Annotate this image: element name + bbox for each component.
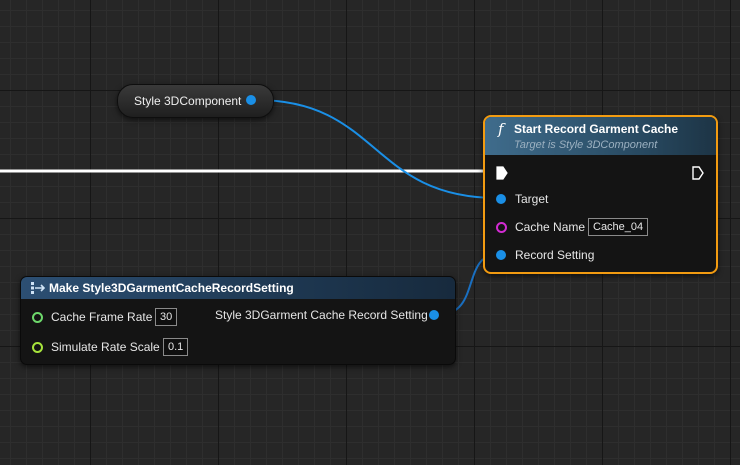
variable-output-pin[interactable] (246, 95, 256, 105)
cache-name-input[interactable]: Cache_04 (588, 218, 649, 236)
function-node-subtitle: Target is Style 3DComponent (514, 139, 658, 151)
make-garment-cache-record-setting-node[interactable]: Make Style3DGarmentCacheRecordSetting Ca… (20, 276, 456, 365)
cache-frame-rate-pin[interactable] (32, 312, 43, 323)
simulate-rate-scale-label: Simulate Rate Scale (51, 340, 160, 354)
record-setting-output-pin[interactable] (429, 310, 439, 320)
simulate-rate-scale-input[interactable]: 0.1 (163, 338, 189, 356)
function-node-header: f Start Record Garment Cache Target is S… (485, 117, 716, 155)
cache-frame-rate-input[interactable]: 30 (155, 308, 178, 326)
cache-frame-rate-label: Cache Frame Rate (51, 310, 153, 324)
record-setting-output-label: Style 3DGarment Cache Record Setting (215, 308, 428, 322)
record-setting-label: Record Setting (515, 248, 595, 262)
make-struct-icon (31, 282, 45, 294)
function-node-title: Start Record Garment Cache (514, 122, 679, 136)
object-wire (255, 99, 499, 199)
simulate-rate-scale-pin[interactable] (32, 342, 43, 353)
style3d-component-variable-node[interactable]: Style 3DComponent (117, 84, 274, 118)
exec-out-icon[interactable] (692, 166, 704, 180)
start-record-garment-cache-node[interactable]: f Start Record Garment Cache Target is S… (483, 115, 718, 274)
variable-label: Style 3DComponent (134, 94, 242, 108)
target-label: Target (515, 192, 549, 206)
cache-name-label: Cache Name (515, 220, 586, 234)
function-icon: f (498, 120, 504, 138)
exec-in-icon[interactable] (496, 166, 508, 180)
make-node-header: Make Style3DGarmentCacheRecordSetting (21, 277, 455, 299)
cache-name-pin[interactable] (496, 222, 507, 233)
record-setting-pin[interactable] (496, 250, 506, 260)
target-pin[interactable] (496, 194, 506, 204)
make-node-title: Make Style3DGarmentCacheRecordSetting (49, 281, 294, 295)
